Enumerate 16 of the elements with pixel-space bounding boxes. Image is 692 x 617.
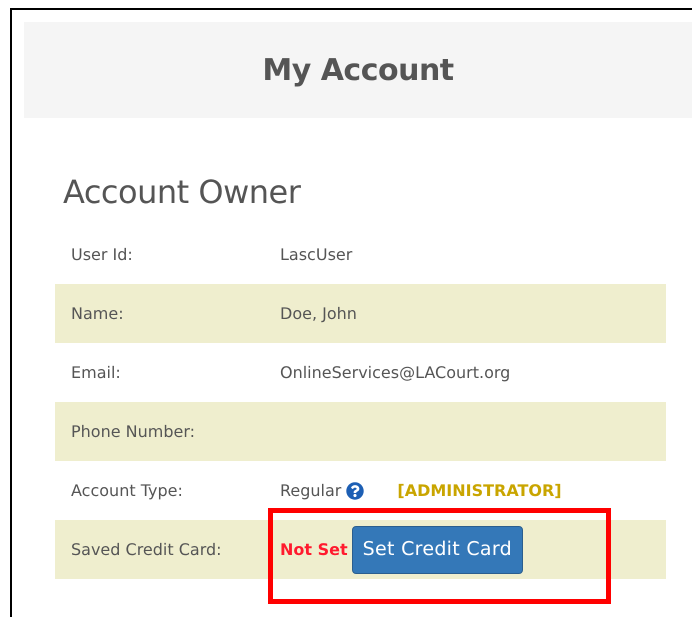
- field-value: LascUser: [280, 244, 352, 266]
- set-credit-card-button[interactable]: Set Credit Card: [352, 526, 523, 574]
- field-label: Name:: [70, 302, 125, 324]
- field-value: Regular: [280, 480, 342, 502]
- status-label: Not Set: [280, 538, 348, 560]
- page-title: My Account: [262, 52, 454, 90]
- field-value: OnlineServices@LACourt.org: [280, 362, 510, 384]
- role-label: [ADMINISTRATOR]: [397, 480, 562, 502]
- section-heading: Account Owner: [62, 176, 302, 208]
- field-label: User Id:: [70, 244, 134, 266]
- field-label: Email:: [70, 362, 122, 384]
- field-label: Saved Credit Card:: [70, 538, 223, 560]
- field-label: Account Type:: [70, 480, 184, 502]
- field-value: Doe, John: [280, 302, 357, 324]
- field-label: Phone Number:: [70, 420, 196, 442]
- help-icon[interactable]: [346, 482, 364, 500]
